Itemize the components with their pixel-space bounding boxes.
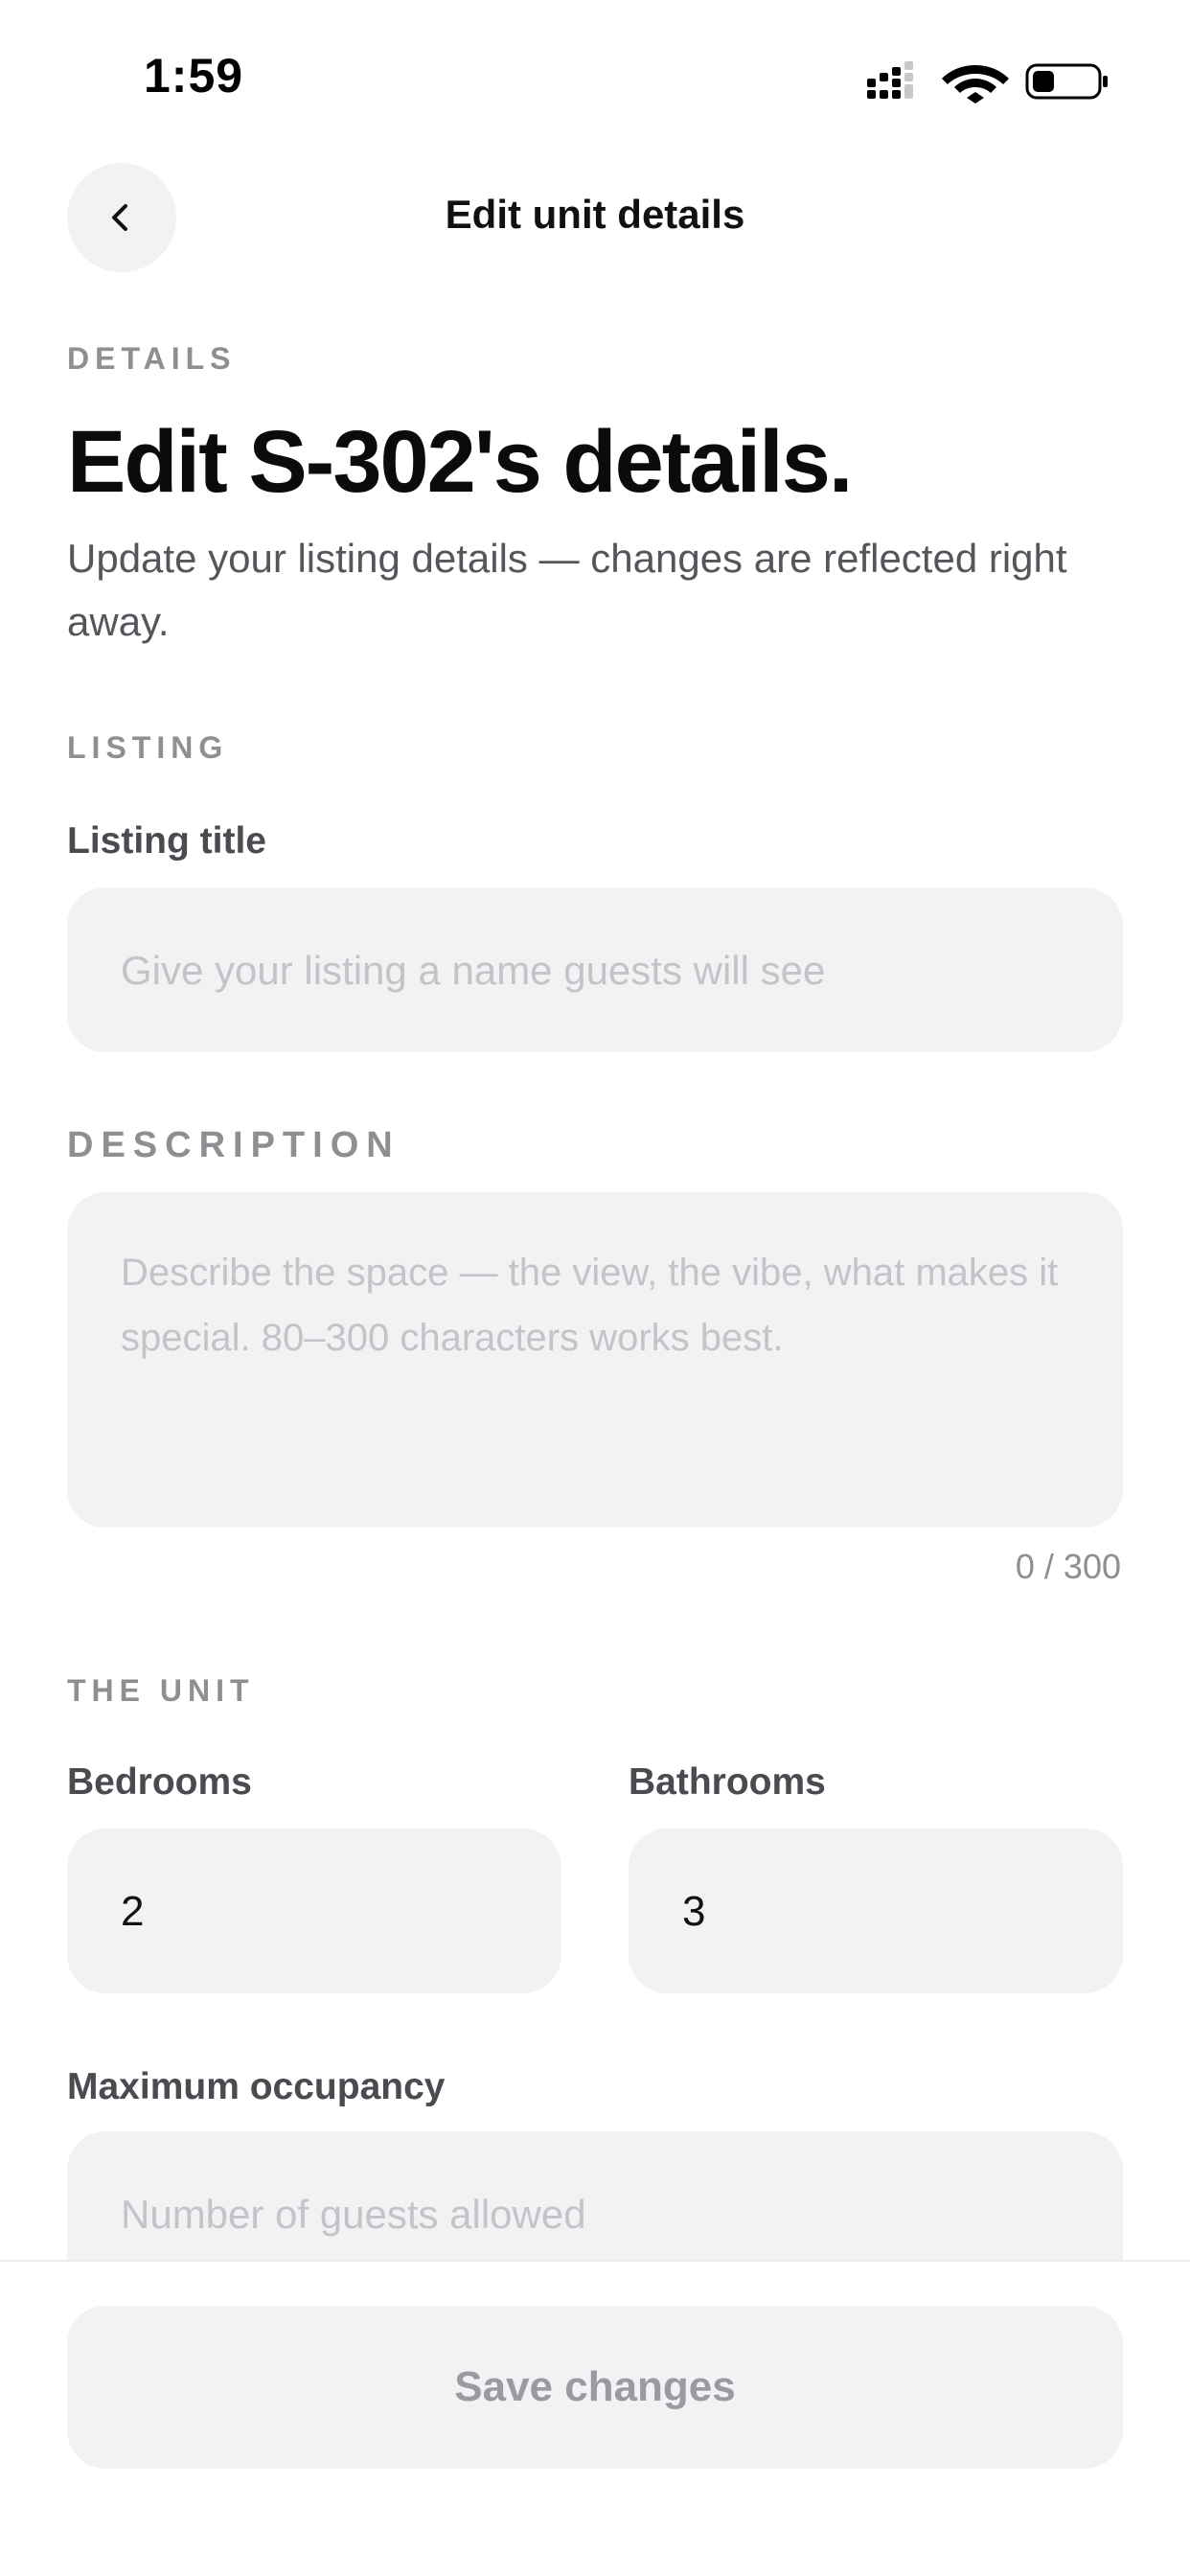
status-time: 1:59 xyxy=(144,49,244,103)
header-title: Edit unit details xyxy=(445,192,745,237)
description-placeholder: Describe the space — the view, the vibe,… xyxy=(121,1252,1059,1359)
bedrooms-label: Bedrooms xyxy=(67,1761,252,1803)
footer-divider xyxy=(0,2260,1190,2262)
battery-icon xyxy=(1025,63,1108,100)
status-icons xyxy=(862,56,1111,104)
save-changes-button[interactable]: Save changes xyxy=(67,2306,1123,2469)
bathrooms-label: Bathrooms xyxy=(629,1761,826,1803)
description-label: DESCRIPTION xyxy=(67,1125,400,1165)
cellular-signal-icon xyxy=(867,61,913,99)
page-heading: Edit S-302's details. xyxy=(67,413,853,511)
occupancy-placeholder: Number of guests allowed xyxy=(121,2192,586,2237)
listing-title-placeholder: Give your listing a name guests will see xyxy=(121,948,826,993)
bedrooms-value: 2 xyxy=(121,1888,145,1935)
bathrooms-value: 3 xyxy=(682,1888,706,1935)
bedrooms-field[interactable]: 2 xyxy=(67,1828,561,1993)
description-field[interactable]: Describe the space — the view, the vibe,… xyxy=(67,1192,1123,1528)
page-subtitle: Update your listing details — changes ar… xyxy=(67,536,1067,644)
listing-title-label: Listing title xyxy=(67,820,266,862)
details-section-label: DETAILS xyxy=(67,341,237,376)
bathrooms-field[interactable]: 3 xyxy=(629,1828,1123,1993)
description-char-counter: 0 / 300 xyxy=(1015,1547,1121,1586)
listing-section-label: LISTING xyxy=(67,730,229,765)
listing-title-field[interactable]: Give your listing a name guests will see xyxy=(67,887,1123,1052)
wifi-icon xyxy=(942,65,1009,104)
unit-section-label: THE UNIT xyxy=(67,1673,255,1708)
occupancy-label: Maximum occupancy xyxy=(67,2066,446,2107)
